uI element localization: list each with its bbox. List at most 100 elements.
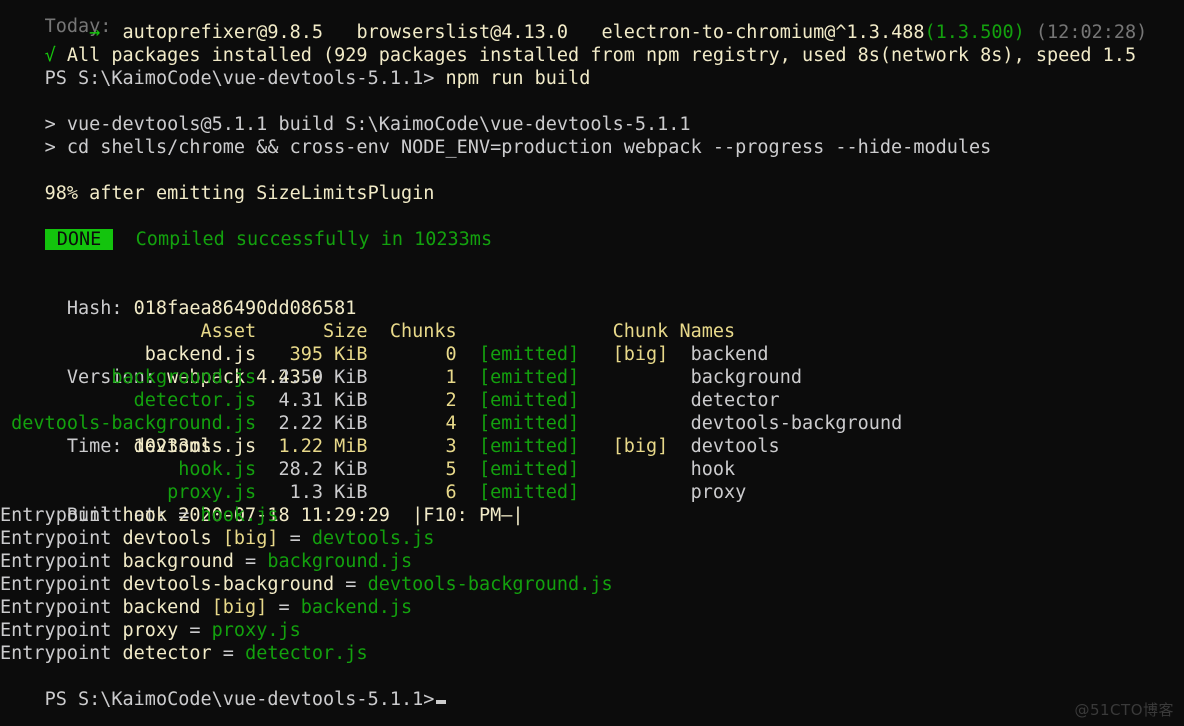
row-big-flag [613, 459, 691, 480]
webpack-progress-line: 98% after emitting SizeLimitsPlugin [0, 159, 435, 204]
row-size-pad [256, 482, 289, 503]
watermark: @51CTO博客 [1074, 701, 1174, 719]
entrypoint-keyword: Entrypoint [0, 551, 123, 572]
entrypoint-big-flag: [big] [211, 597, 268, 618]
entrypoint-eq: = [278, 528, 312, 549]
npm-script-line-1: > vue-devtools@5.1.1 build S:\KaimoCode\… [0, 90, 691, 135]
entrypoint-row: Entrypoint detector = detector.js [0, 642, 613, 665]
entrypoint-keyword: Entrypoint [0, 643, 123, 664]
row-emitted-flag: [emitted] [478, 367, 613, 388]
row-size: 2.22 KiB [278, 413, 368, 434]
done-line: DONE Compiled successfully in 10233ms [0, 205, 492, 250]
row-asset-name: hook.js [178, 459, 257, 480]
row-chunk-id: 2 [367, 390, 457, 411]
entrypoint-keyword: Entrypoint [0, 528, 123, 549]
entrypoint-name: devtools-background [122, 574, 335, 595]
row-chunk-id: 6 [367, 482, 457, 503]
entrypoint-big-flag: [big] [222, 528, 279, 549]
row-chunk-name: backend [690, 344, 769, 365]
entrypoint-name: hook [122, 505, 168, 526]
row-size: 1.22 MiB [278, 436, 368, 457]
row-asset-name: devtools.js [133, 436, 257, 457]
entrypoint-file: detector.js [245, 643, 368, 664]
row-big-flag [613, 482, 691, 503]
header-gap [457, 321, 613, 342]
entrypoints-list: Entrypoint hook = hook.js Entrypoint devt… [0, 504, 613, 665]
header-size: Size [256, 321, 368, 342]
entrypoint-file: devtools.js [311, 528, 435, 549]
row-chunk-name: hook [690, 459, 736, 480]
row-chunk-name: devtools [690, 436, 780, 457]
prompt-path: S:\KaimoCode\vue-devtools-5.1.1> [77, 68, 435, 89]
row-emitted-flag: [emitted] [478, 413, 613, 434]
row-size-pad [256, 459, 278, 480]
entrypoint-row: Entrypoint devtools-background = devtool… [0, 573, 613, 596]
row-asset-pad [0, 436, 134, 457]
terminal-window[interactable]: Today: → autoprefixer@9.8.5 browserslist… [0, 0, 1184, 726]
table-row: hook.js 28.2 KiB 5 [emitted] hook [0, 458, 902, 481]
table-row: background.js 2.59 KiB 1 [emitted] backg… [0, 366, 902, 389]
prompt-command: npm run build [434, 68, 591, 89]
row-chunk-id: 3 [367, 436, 457, 457]
row-chunk-name: detector [690, 390, 780, 411]
row-size-pad [256, 413, 278, 434]
header-chunks: Chunks [367, 321, 457, 342]
row-asset-name: devtools-background.js [11, 413, 257, 434]
row-size-pad [256, 344, 289, 365]
prompt-prefix: PS [44, 68, 78, 89]
entrypoint-file: background.js [267, 551, 413, 572]
entrypoint-name: backend [122, 597, 201, 618]
row-size-pad [256, 367, 278, 388]
entrypoint-file: devtools-background.js [367, 574, 613, 595]
row-chunk-id: 4 [367, 413, 457, 434]
entrypoint-eq: = [167, 505, 201, 526]
row-asset-pad [0, 459, 178, 480]
table-row: devtools-background.js 2.22 KiB 4 [emitt… [0, 412, 902, 435]
all-installed-line: √ All packages installed (929 packages i… [0, 21, 1137, 66]
progress-text: 98% after emitting SizeLimitsPlugin [44, 183, 435, 204]
npm-script-line-2: > cd shells/chrome && cross-env NODE_ENV… [0, 113, 992, 158]
row-asset-name: detector.js [133, 390, 257, 411]
row-size-pad [256, 390, 278, 411]
row-big-flag [613, 413, 691, 434]
row-size: 1.3 KiB [289, 482, 368, 503]
prompt-prefix: PS [44, 689, 78, 710]
entrypoint-row: Entrypoint backend [big] = backend.js [0, 596, 613, 619]
entrypoint-name: devtools [122, 528, 212, 549]
row-emitted-flag: [emitted] [478, 482, 613, 503]
text-cursor [436, 700, 447, 704]
row-asset-name: proxy.js [167, 482, 257, 503]
row-asset-pad [0, 344, 145, 365]
row-emitted-flag: [emitted] [478, 390, 613, 411]
entrypoint-name: background [122, 551, 234, 572]
entrypoint-file: proxy.js [211, 620, 301, 641]
row-size: 395 KiB [289, 344, 368, 365]
row-chunk-id: 5 [367, 459, 457, 480]
entrypoint-file: backend.js [300, 597, 413, 618]
table-row: devtools.js 1.22 MiB 3 [emitted] [big] d… [0, 435, 902, 458]
row-asset-pad [0, 413, 11, 434]
entrypoint-name: proxy [122, 620, 179, 641]
install-summary-line: → autoprefixer@9.8.5 browserslist@4.13.0… [0, 0, 1147, 43]
row-asset-pad [0, 482, 167, 503]
row-chunk-id: 0 [367, 344, 457, 365]
build-meta-row: Hash: 018faea86490dd086581 [0, 274, 524, 319]
entrypoint-row: Entrypoint hook = hook.js [0, 504, 613, 527]
entrypoint-eq: = [178, 620, 212, 641]
meta-label: Hash: [66, 298, 134, 319]
entrypoint-eq: = [267, 597, 301, 618]
row-chunk-name: devtools-background [690, 413, 903, 434]
row-asset-pad [0, 367, 111, 388]
prompt-final-line: PS S:\KaimoCode\vue-devtools-5.1.1> [0, 665, 447, 710]
row-size: 4.31 KiB [278, 390, 368, 411]
row-big-flag [613, 390, 691, 411]
entrypoint-row: Entrypoint background = background.js [0, 550, 613, 573]
row-asset-pad [0, 390, 134, 411]
table-row: detector.js 4.31 KiB 2 [emitted] detecto… [0, 389, 902, 412]
row-size: 2.59 KiB [278, 367, 368, 388]
entrypoint-eq: = [211, 643, 246, 664]
row-big-flag: [big] [612, 436, 691, 457]
meta-value: 018faea86490dd086581 [133, 298, 357, 319]
row-chunk-name: proxy [690, 482, 747, 503]
entrypoint-eq: = [233, 551, 268, 572]
